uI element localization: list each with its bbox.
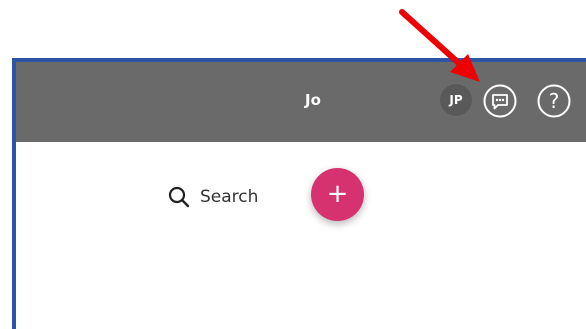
top-header-bar: Jo JP ? — [16, 62, 586, 142]
app-window: Jo JP ? Search + — [12, 58, 586, 329]
red-arrow-icon — [399, 9, 480, 82]
help-glyph: ? — [549, 89, 560, 113]
help-icon: ? — [537, 84, 571, 118]
screenshot-stage: Jo JP ? Search + — [0, 0, 586, 329]
add-button[interactable]: + — [311, 168, 364, 221]
header-title: Jo — [305, 91, 321, 109]
search-button[interactable]: Search — [168, 185, 258, 209]
search-label: Search — [200, 187, 259, 207]
help-button[interactable]: ? — [537, 84, 571, 118]
search-icon — [168, 186, 190, 208]
